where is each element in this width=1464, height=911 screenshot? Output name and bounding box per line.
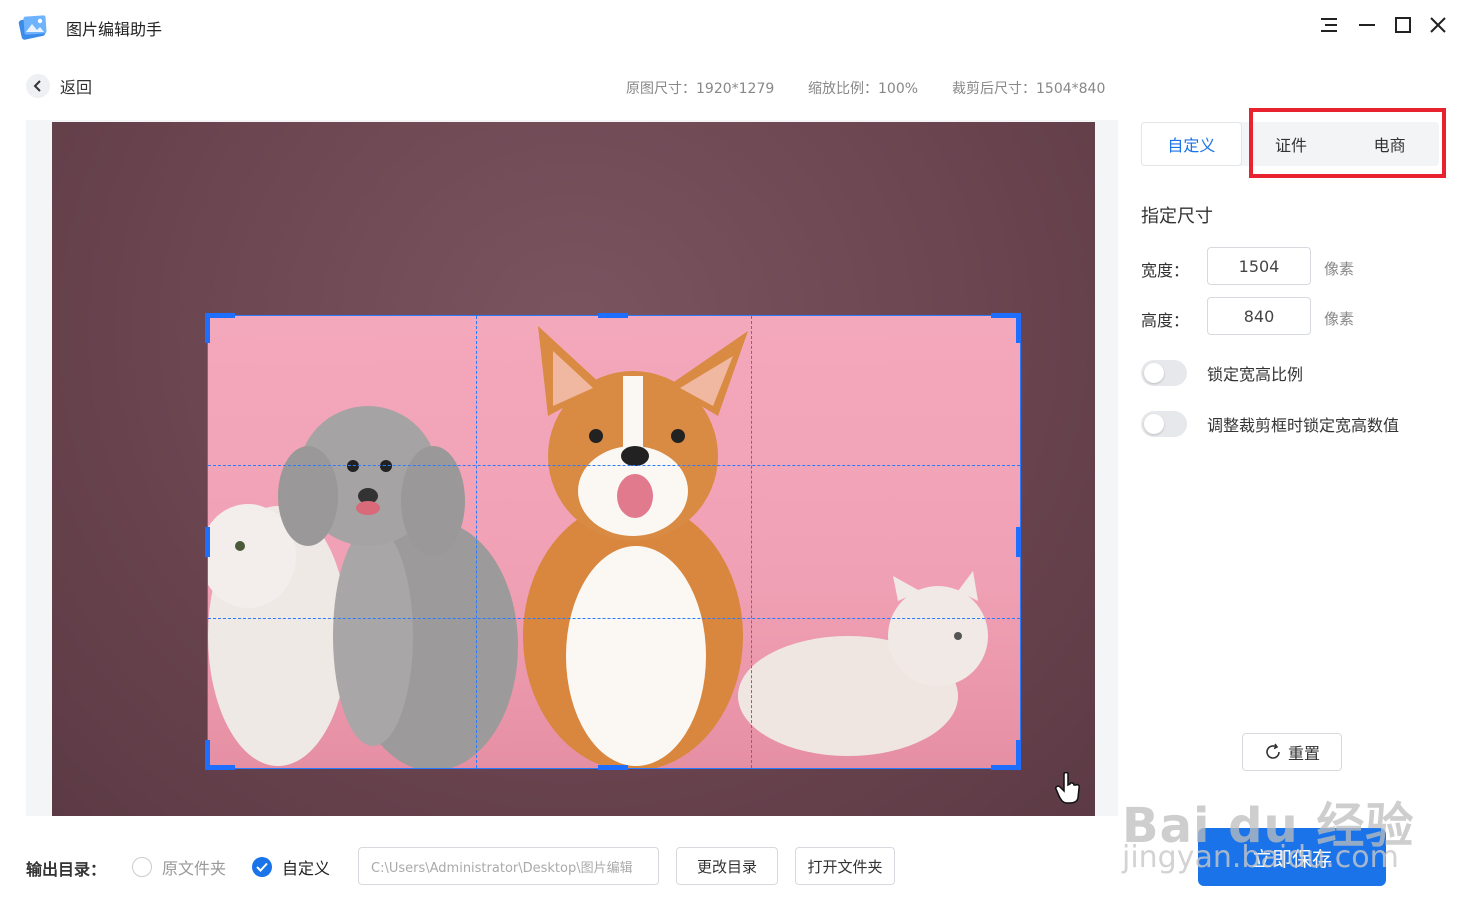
- crop-handle-left[interactable]: [205, 527, 210, 557]
- tab-custom[interactable]: 自定义: [1141, 122, 1242, 166]
- output-path-input[interactable]: [358, 847, 659, 885]
- back-label: 返回: [60, 78, 93, 97]
- maximize-icon[interactable]: [1390, 12, 1416, 38]
- crop-handle-tr-v[interactable]: [1016, 313, 1021, 343]
- radio-original-label: 原文件夹: [162, 859, 227, 878]
- width-label: 宽度：: [1141, 261, 1190, 280]
- height-input[interactable]: [1207, 297, 1311, 335]
- save-button[interactable]: 立即保存: [1198, 828, 1386, 886]
- section-title: 指定尺寸: [1141, 206, 1213, 227]
- lock-values-toggle[interactable]: 调整裁剪框时锁定宽高数值: [1141, 411, 1399, 437]
- crop-handle-bottom[interactable]: [598, 765, 628, 770]
- close-icon[interactable]: [1425, 12, 1451, 38]
- zoom-text: 缩放比例：100%: [808, 81, 919, 97]
- width-unit: 像素: [1324, 260, 1355, 278]
- check-icon[interactable]: [252, 857, 272, 877]
- original-size-text: 原图尺寸：1920*1279: [626, 81, 775, 97]
- radio-custom-folder[interactable]: 自定义: [252, 855, 330, 879]
- app-logo-icon: [16, 10, 52, 42]
- menu-icon[interactable]: [1316, 12, 1342, 38]
- output-dir-label: 输出目录：: [26, 860, 107, 879]
- crop-handle-right[interactable]: [1016, 527, 1021, 557]
- crop-box[interactable]: [207, 315, 1021, 769]
- height-label: 高度：: [1141, 311, 1190, 330]
- grid-line-v1: [476, 316, 477, 768]
- crop-handle-top[interactable]: [598, 313, 628, 318]
- toggle-knob: [1144, 363, 1164, 383]
- lock-ratio-label: 锁定宽高比例: [1207, 365, 1304, 384]
- crop-handle-bl-v[interactable]: [205, 740, 210, 770]
- hand-cursor-icon: [1055, 771, 1081, 808]
- crop-handle-tl-v[interactable]: [205, 313, 210, 343]
- grid-line-h1: [208, 465, 1020, 466]
- toggle-switch[interactable]: [1141, 360, 1187, 386]
- grid-line-h2: [208, 618, 1020, 619]
- lock-values-label: 调整裁剪框时锁定宽高数值: [1207, 416, 1400, 435]
- refresh-icon: [1264, 743, 1282, 761]
- grid-line-v2: [751, 316, 752, 768]
- width-input[interactable]: [1207, 247, 1311, 285]
- app-title: 图片编辑助手: [66, 20, 163, 39]
- toggle-knob: [1144, 414, 1164, 434]
- radio-custom-label: 自定义: [282, 859, 331, 878]
- chevron-left-icon: [26, 74, 50, 98]
- photo-content: [208, 326, 988, 768]
- back-button[interactable]: 返回: [26, 74, 92, 98]
- annotation-highlight-box: [1249, 108, 1446, 178]
- radio-circle[interactable]: [132, 857, 152, 877]
- reset-label: 重置: [1287, 744, 1320, 763]
- change-dir-button[interactable]: 更改目录: [676, 847, 778, 885]
- reset-button[interactable]: 重置: [1242, 733, 1342, 771]
- height-unit: 像素: [1324, 310, 1355, 328]
- cropped-size-text: 裁剪后尺寸：1504*840: [952, 81, 1106, 97]
- minimize-icon[interactable]: [1354, 12, 1380, 38]
- title-bar: 图片编辑助手: [0, 0, 1464, 54]
- crop-handle-br-v[interactable]: [1016, 740, 1021, 770]
- radio-original-folder[interactable]: 原文件夹: [132, 855, 226, 879]
- open-folder-button[interactable]: 打开文件夹: [795, 847, 895, 885]
- toggle-switch[interactable]: [1141, 411, 1187, 437]
- lock-ratio-toggle[interactable]: 锁定宽高比例: [1141, 360, 1303, 386]
